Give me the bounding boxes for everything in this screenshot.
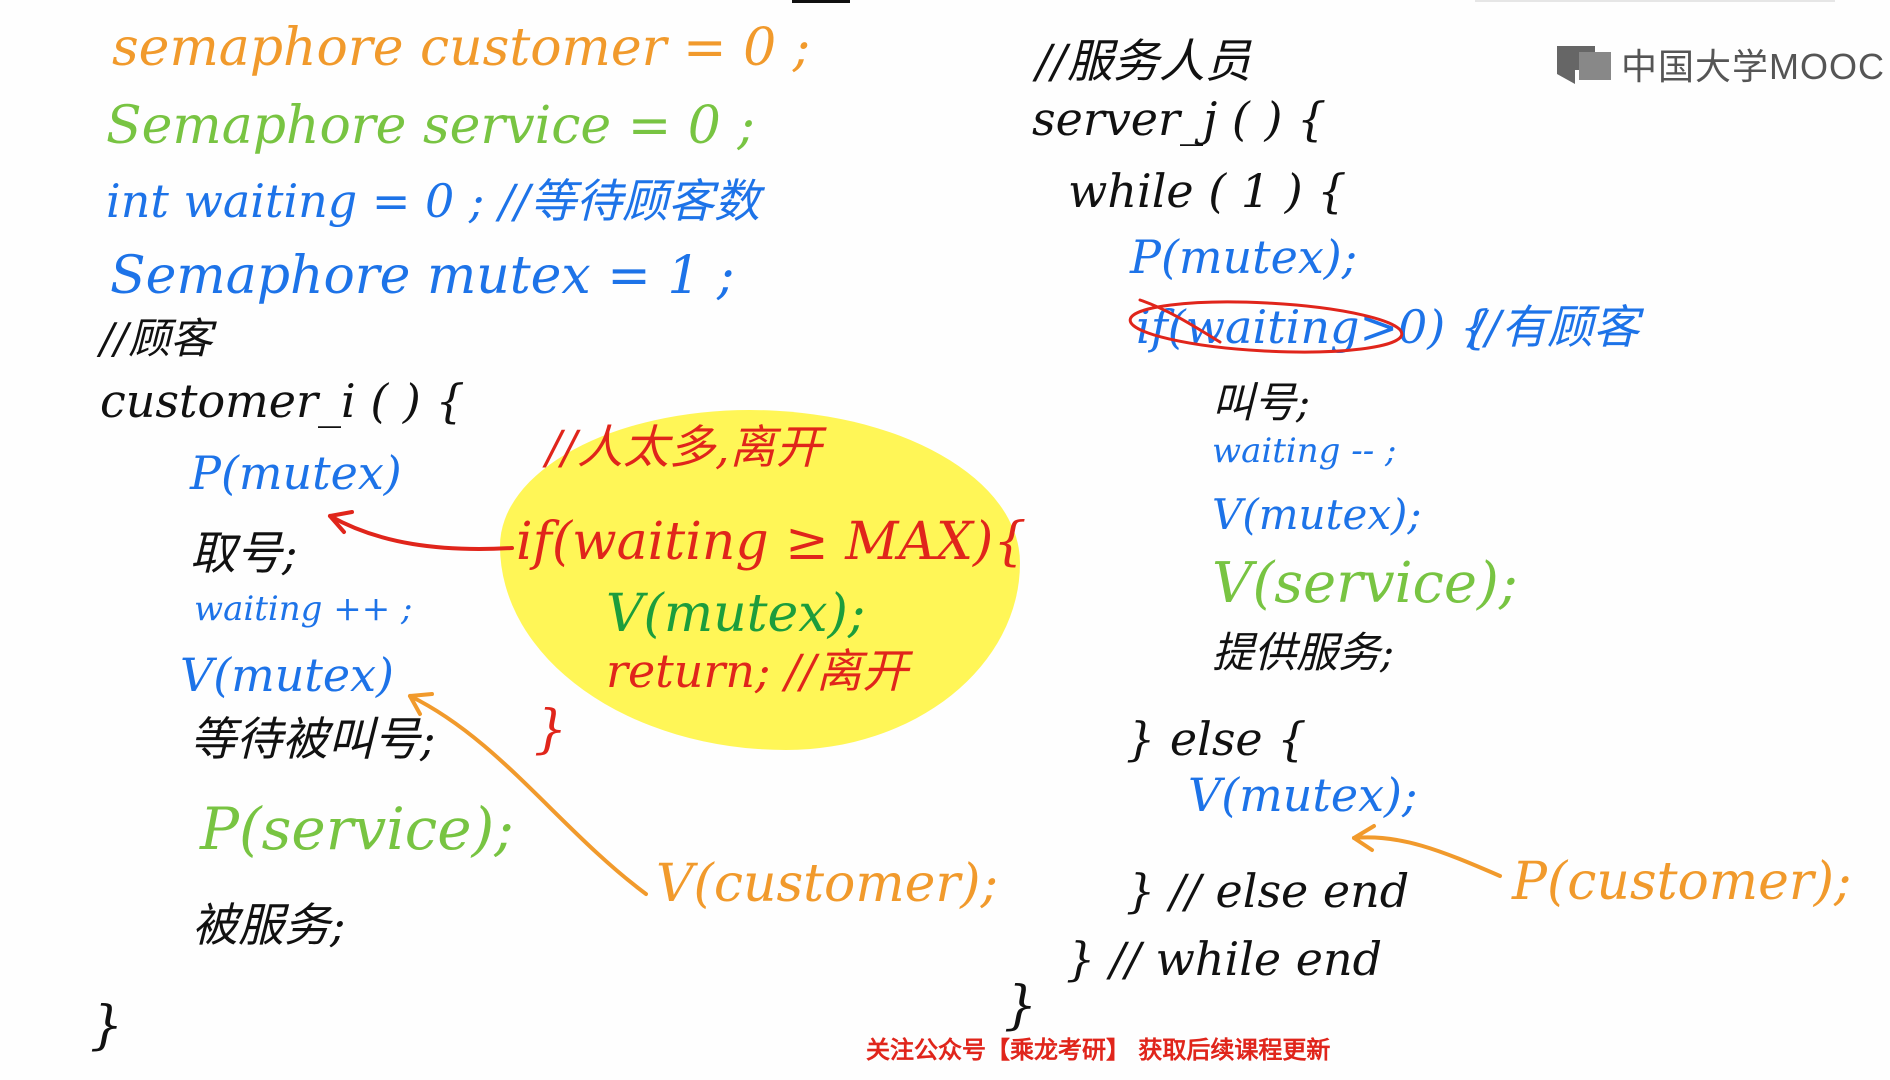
annotation-p-customer: P(customer);	[1512, 852, 1852, 912]
server-while-end: } // while end	[1066, 932, 1383, 986]
top-edge-line	[1475, 0, 1835, 2]
customer-take-number: 取号;	[190, 526, 298, 580]
line-semaphore-service: Semaphore service = 0 ;	[106, 96, 755, 156]
line-int-waiting: int waiting = 0 ; //等待顾客数	[106, 174, 761, 228]
line-semaphore-mutex: Semaphore mutex = 1 ;	[110, 246, 735, 306]
highlight-if-line: if(waiting ≥ MAX){	[516, 512, 1027, 572]
top-edge-mark	[792, 0, 850, 3]
server-if-line: if(waiting>0) {	[1136, 300, 1490, 354]
customer-close-brace: }	[90, 996, 124, 1056]
whiteboard: 中国大学MOOC semaphore customer = 0 ; Semaph…	[0, 0, 1890, 1080]
comment-server: //服务人员	[1036, 34, 1251, 88]
customer-p-service: P(service);	[200, 795, 514, 863]
customer-served: 被服务;	[192, 898, 346, 952]
mooc-logo: 中国大学MOOC	[1555, 40, 1885, 88]
server-function-header: server_j ( ) {	[1032, 92, 1327, 146]
highlight-comment: //人太多,离开	[546, 420, 822, 474]
customer-p-mutex: P(mutex)	[190, 446, 402, 500]
highlight-v-mutex: V(mutex);	[606, 584, 866, 644]
red-arrow-to-p-mutex-head	[328, 510, 354, 534]
mooc-logo-icon	[1557, 46, 1611, 84]
server-p-mutex: P(mutex);	[1130, 230, 1358, 284]
footer-notice: 关注公众号【乘龙考研】 获取后续课程更新	[866, 1036, 1331, 1064]
server-v-service: V(service);	[1212, 551, 1518, 616]
orange-arrow-to-v-mutex-else-head	[1352, 824, 1376, 852]
customer-function-header: customer_i ( ) {	[100, 374, 465, 428]
red-arrow-to-p-mutex	[328, 514, 514, 551]
server-while-line: while ( 1 ) {	[1068, 164, 1347, 218]
customer-v-mutex: V(mutex)	[180, 648, 395, 702]
server-v-mutex-else: V(mutex);	[1188, 768, 1418, 822]
customer-waiting-increment: waiting ++ ;	[194, 589, 413, 629]
highlight-return: return; //离开	[606, 644, 909, 698]
annotation-v-customer: V(customer);	[656, 854, 999, 914]
server-call-number: 叫号;	[1212, 378, 1311, 427]
server-waiting-decrement: waiting -- ;	[1212, 431, 1397, 471]
customer-wait-call: 等待被叫号;	[190, 712, 436, 766]
highlight-close-brace: }	[534, 700, 568, 760]
server-else-end: } // else end	[1126, 864, 1410, 918]
orange-arrow-to-v-mutex-head	[408, 692, 434, 716]
line-semaphore-customer: semaphore customer = 0 ;	[112, 18, 811, 78]
server-close-brace: }	[1004, 976, 1038, 1036]
mooc-logo-text: 中国大学MOOC	[1621, 46, 1885, 87]
server-else-line: } else {	[1126, 712, 1307, 766]
server-comment-has-customer: //有顾客	[1470, 300, 1639, 354]
server-v-mutex: V(mutex);	[1212, 490, 1422, 539]
server-provide-service: 提供服务;	[1212, 628, 1395, 677]
comment-customer: //顾客	[100, 314, 213, 363]
